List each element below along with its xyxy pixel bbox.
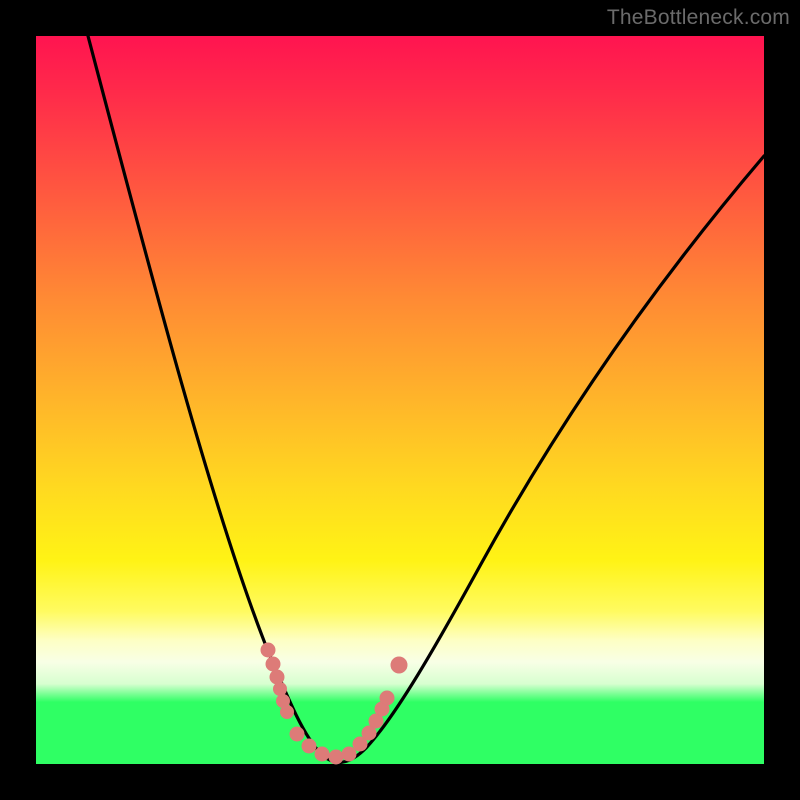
watermark-text: TheBottleneck.com [607,6,790,30]
bottleneck-curve [88,36,764,762]
marker-cluster-left [261,643,294,719]
curve-layer [36,36,764,764]
marker-outlier [391,657,407,673]
marker-cluster-bottom [290,691,394,764]
plot-area [36,36,764,764]
chart-frame: TheBottleneck.com [0,0,800,800]
